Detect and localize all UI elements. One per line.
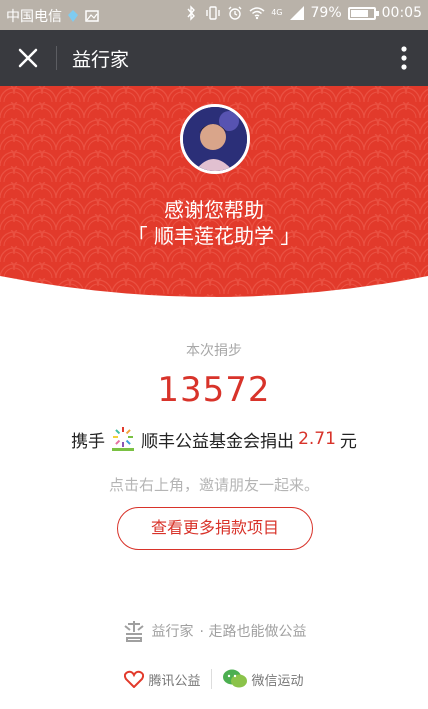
invite-hint: 点击右上角，邀请朋友一起来。 (108, 476, 319, 494)
tencent-charity-logo: 腾讯公益 (124, 670, 201, 689)
steps-label: 本次捐步 (186, 343, 242, 359)
thanks-text: 感谢您帮助 (164, 198, 264, 222)
donation-summary: 携手 顺丰公益基金会捐出 2.71 元 (0, 426, 428, 452)
wechat-icon (222, 669, 247, 688)
bluetooth-icon (187, 5, 196, 21)
steps-value: 13572 (157, 370, 271, 410)
network-label: 4G (271, 9, 282, 17)
nav-divider (56, 46, 57, 70)
more-options-icon[interactable] (400, 44, 408, 72)
wifi-icon (249, 7, 265, 20)
battery-fill (350, 9, 368, 17)
avatar-photo (183, 107, 247, 171)
foundation-text: 顺丰公益基金会捐出 (141, 431, 295, 452)
wechat-sport-logo: 微信运动 (222, 668, 304, 690)
donation-prefix: 携手 (71, 431, 106, 452)
carrier-label: 中国电信 (6, 9, 62, 25)
view-more-projects-button[interactable]: 查看更多捐款项目 (117, 507, 313, 550)
project-name: 「 顺丰莲花助学 」 (127, 224, 301, 248)
brand-name: 益行家 (151, 624, 194, 640)
thanks-banner: 感谢您帮助 「 顺丰莲花助学 」 (0, 86, 428, 306)
battery-icon (347, 6, 379, 20)
avatar (180, 104, 250, 174)
battery-percent: 79% (310, 5, 342, 21)
vibrate-icon (206, 6, 220, 20)
status-bar: 中国电信 4G 79% 00:05 (0, 0, 428, 30)
heart-icon (124, 670, 145, 688)
yixingjia-logo-icon (123, 621, 144, 642)
network-type: 4G (271, 8, 283, 17)
brand-slogan: · 走路也能做公益 (199, 624, 307, 640)
tencent-charity-label: 腾讯公益 (148, 673, 201, 689)
donation-amount: 2.71 (298, 429, 336, 449)
clock: 00:05 (381, 5, 422, 21)
nav-bar: 益行家 (0, 30, 428, 86)
image-icon (85, 10, 99, 22)
alarm-icon (228, 6, 242, 20)
logo-separator (210, 669, 212, 689)
diamond-icon (68, 10, 78, 22)
wechat-sport-label: 微信运动 (251, 673, 304, 689)
foundation-logo-icon (112, 427, 135, 451)
close-icon[interactable] (14, 44, 42, 72)
signal-icon (289, 6, 304, 20)
footer-brand: 益行家 · 走路也能做公益 (0, 620, 428, 642)
partner-logos: 腾讯公益 微信运动 (0, 668, 428, 690)
page-title: 益行家 (72, 49, 130, 71)
currency-unit: 元 (339, 431, 357, 452)
